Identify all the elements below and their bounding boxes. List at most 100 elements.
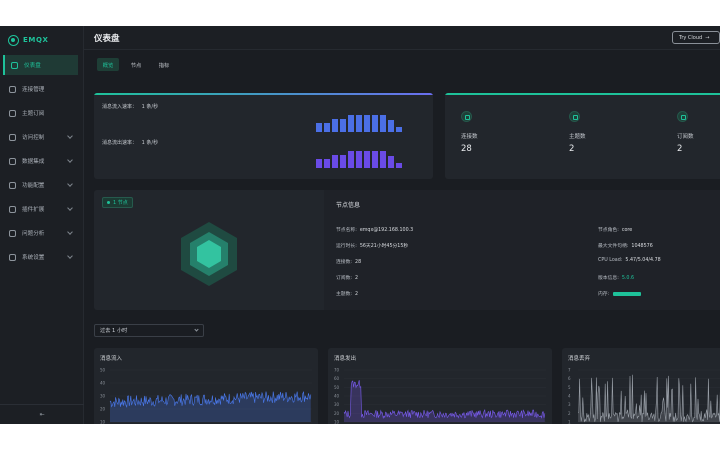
y-tick-label: 30: [334, 402, 340, 407]
y-tick-label: 4: [568, 394, 571, 399]
y-tick-label: 6: [568, 376, 571, 381]
node-count-badge[interactable]: 1 节点: [102, 197, 133, 208]
version-link[interactable]: 5.0.6: [622, 276, 634, 281]
rate-bar: [380, 115, 386, 132]
sidebar-item-label: 插件扩展: [22, 207, 45, 213]
sidebar-item-configuration[interactable]: 功能配置: [3, 175, 78, 195]
rate-bar: [324, 122, 330, 132]
app-window: EMQX 仪表盘连接管理主题订阅访问控制数据集成功能配置插件扩展问题分析系统设置…: [0, 26, 720, 424]
metric-connections: 连接数 28: [461, 111, 521, 154]
try-cloud-button[interactable]: Try Cloud →: [672, 31, 720, 44]
chevron-down-icon: [67, 133, 73, 139]
rate-bar: [396, 126, 402, 132]
page-title: 仪表盘: [94, 34, 120, 44]
field-value: 2: [355, 292, 359, 297]
collapse-sidebar-button[interactable]: ⇤: [0, 404, 84, 424]
sidebar-item-data-integration[interactable]: 数据集成: [3, 151, 78, 171]
rate-bar: [348, 115, 354, 132]
chart-messages-out: 消息发出 70 60 50 40 30 20 10: [328, 348, 552, 424]
y-tick-label: 60: [334, 376, 340, 381]
subscriptions-icon: [9, 109, 16, 117]
tab-label: 指标: [158, 62, 170, 69]
sidebar-item-subscriptions[interactable]: 主题订阅: [3, 103, 78, 123]
sidebar-item-label: 系统设置: [22, 255, 45, 261]
y-tick-label: 2: [568, 411, 571, 416]
message-rate-card: 消息流入速率： 1 条/秒 消息流出速率： 1 条/秒: [94, 93, 433, 179]
memory-usage-bar: [613, 291, 642, 296]
arrow-right-icon: →: [705, 34, 710, 41]
logo[interactable]: EMQX: [8, 33, 49, 47]
link-icon: [461, 111, 472, 122]
chevron-down-icon: [67, 229, 73, 235]
y-tick-label: 40: [334, 394, 340, 399]
tab-overview[interactable]: 概览: [97, 58, 119, 71]
chart-messages-in: 消息流入 50 40 30 20 10: [94, 348, 318, 424]
metric-subscriptions: 订阅数 2: [677, 111, 720, 154]
metric-label: 主题数: [569, 134, 586, 140]
extensions-icon: [9, 205, 16, 213]
y-tick-label: 7: [568, 368, 571, 373]
rate-bar: [340, 118, 346, 132]
field-key: 运行时长:: [336, 244, 357, 249]
rate-bar: [388, 119, 394, 132]
configuration-icon: [9, 181, 16, 189]
tab-metrics[interactable]: 指标: [153, 58, 175, 71]
rate-bar: [332, 118, 338, 132]
summary-metrics-card: 连接数 28 主题数 2 订阅数 2: [445, 93, 720, 179]
tab-nodes[interactable]: 节点: [125, 58, 147, 71]
sidebar-item-system[interactable]: 系统设置: [3, 247, 78, 267]
node-card: 1 节点 节点信息 节点名称: emqx@192.168.100.3 运行时长: 5…: [94, 190, 720, 310]
node-name-row: 节点名称: emqx@192.168.100.3: [336, 226, 413, 233]
sidebar-item-diagnose[interactable]: 问题分析: [3, 223, 78, 243]
metric-label: 连接数: [461, 134, 478, 140]
messages-out-chart[interactable]: 70 60 50 40 30 20 10: [328, 364, 552, 424]
sidebar-item-dashboard[interactable]: 仪表盘: [3, 55, 78, 75]
metric-label: 订阅数: [677, 134, 694, 140]
try-cloud-label: Try Cloud: [679, 34, 703, 41]
rate-bar: [372, 115, 378, 132]
sidebar-item-connections[interactable]: 连接管理: [3, 79, 78, 99]
uptime-row: 运行时长: 56天21小时45分15秒: [336, 242, 408, 249]
rate-bar: [348, 151, 354, 168]
field-key: 最大文件句柄:: [598, 244, 629, 249]
messages-in-chart[interactable]: 50 40 30 20 10: [94, 364, 318, 424]
chart-title: 消息丢弃: [568, 356, 591, 362]
sidebar-item-label: 问题分析: [22, 231, 45, 237]
y-tick-label: 70: [334, 368, 340, 373]
node-hexagon-icon[interactable]: [178, 220, 240, 288]
rate-bar: [380, 151, 386, 168]
y-tick-label: 30: [100, 394, 106, 399]
chevron-down-icon: [67, 181, 73, 187]
out-rate: 消息流出速率： 1 条/秒: [102, 139, 158, 146]
metric-value: 2: [569, 144, 575, 154]
chart-title: 消息发出: [334, 356, 357, 362]
node-info-panel: 节点信息 节点名称: emqx@192.168.100.3 运行时长: 56天21小…: [324, 190, 720, 310]
sidebar-item-extensions[interactable]: 插件扩展: [3, 199, 78, 219]
rate-bar: [364, 151, 370, 168]
field-key: 订阅数:: [336, 276, 353, 281]
sidebar-item-access-control[interactable]: 访问控制: [3, 127, 78, 147]
in-rate: 消息流入速率： 1 条/秒: [102, 103, 158, 110]
field-key: CPU Load:: [598, 258, 623, 263]
field-key: 版本信息:: [598, 276, 619, 281]
rate-bar: [388, 155, 394, 168]
y-tick-label: 20: [334, 411, 340, 416]
metric-value: 28: [461, 144, 472, 154]
field-key: 节点名称:: [336, 228, 357, 233]
time-range-select[interactable]: 过去 1 小时: [94, 324, 204, 337]
sidebar: EMQX 仪表盘连接管理主题订阅访问控制数据集成功能配置插件扩展问题分析系统设置…: [0, 26, 84, 424]
rate-bar: [356, 115, 362, 132]
field-value: emqx@192.168.100.3: [359, 228, 414, 233]
diagnose-icon: [9, 229, 16, 237]
top-header: 仪表盘 Try Cloud →: [84, 26, 720, 50]
y-tick-label: 50: [100, 368, 106, 373]
y-tick-label: 10: [100, 420, 106, 425]
rate-bar: [316, 122, 322, 132]
field-value: 28: [355, 260, 362, 265]
emqx-logo-icon: [8, 34, 19, 46]
dashboard-icon: [11, 61, 18, 69]
metric-topics: 主题数 2: [569, 111, 629, 154]
messages-dropped-chart[interactable]: 7 6 5 4 3 2 1: [562, 364, 720, 424]
chevron-down-icon: [194, 327, 199, 332]
memory-row: 内存:: [598, 290, 642, 297]
